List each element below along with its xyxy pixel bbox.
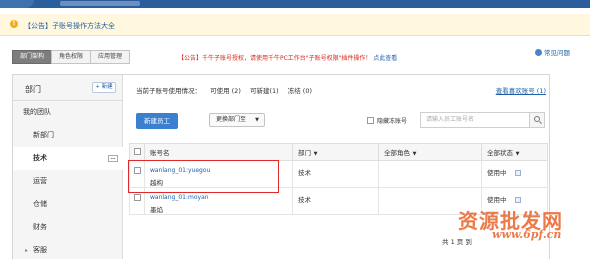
search-input[interactable]: 请输入员工账号名 xyxy=(420,112,530,128)
user-help-icon xyxy=(535,49,542,56)
sidebar-item-label: 客服 xyxy=(33,246,47,254)
tab-role-permission[interactable]: 角色权限 xyxy=(51,50,92,64)
chevron-down-icon: ▼ xyxy=(312,151,318,157)
sidebar-item-operations[interactable]: 运营 xyxy=(13,170,122,193)
help-link[interactable]: 常见问题 xyxy=(535,47,570,57)
sidebar-item-label: 新部门 xyxy=(33,131,54,139)
warning-icon: ! xyxy=(10,20,18,28)
chevron-down-icon: ▼ xyxy=(411,151,417,157)
status-cell: 使用中 xyxy=(487,169,507,177)
view-accounts-link[interactable]: 查看喜欢账号 (1) xyxy=(496,85,546,95)
table-row[interactable]: wanlang_01:yuegou 越构 技术 使用中 xyxy=(129,160,548,188)
usage-in-use: 可使用 (2) xyxy=(210,87,241,95)
watermark-url: www.6pf.cn xyxy=(492,228,562,241)
sidebar-item-customer-service[interactable]: ▸ 客服 xyxy=(13,239,122,259)
account-name-link[interactable]: wanlang_01:yuegou xyxy=(150,167,292,174)
sidebar-item-tech[interactable]: 技术 … xyxy=(13,147,123,170)
department-sidebar: 部门 + 新建 我的团队 新部门 技术 … 运营 仓储 财务 ▸ 客服 xyxy=(13,75,123,259)
select-all-checkbox[interactable] xyxy=(134,148,141,155)
sidebar-item-warehouse[interactable]: 仓储 xyxy=(13,193,122,216)
hide-frozen-toggle[interactable]: 隐藏冻账号 xyxy=(367,116,407,125)
announcement-link[interactable]: 点此查看 xyxy=(373,55,397,62)
header-status[interactable]: 全部状态 ▼ xyxy=(481,143,548,161)
notice-bar: ! 【公告】子账号操作方法大全 xyxy=(0,14,590,36)
header-role[interactable]: 全部角色 ▼ xyxy=(378,143,482,161)
move-department-dropdown[interactable]: 更换部门至 ▼ xyxy=(209,113,265,127)
sidebar-item-label: 运营 xyxy=(33,177,47,185)
role-cell xyxy=(378,160,482,188)
sidebar-title: 部门 xyxy=(25,85,41,94)
tab-app-management[interactable]: 应用管理 xyxy=(90,50,131,64)
new-department-button[interactable]: + 新建 xyxy=(92,82,116,93)
sidebar-item-label: 仓储 xyxy=(33,200,47,208)
chevron-down-icon: ▼ xyxy=(255,117,259,123)
tab-department[interactable]: 部门架构 xyxy=(12,50,53,64)
help-label: 常见问题 xyxy=(544,49,570,57)
table-header-row: 账号名 部门 ▼ 全部角色 ▼ 全部状态 ▼ xyxy=(129,143,548,161)
dept-cell: 技术 xyxy=(292,160,379,188)
row-checkbox[interactable] xyxy=(134,194,141,201)
usage-label: 当前子账号使用情况： xyxy=(136,87,201,95)
announcement: 【公告】千牛子账号授权，请使用千牛PC工作台"子账号权限"插件操作！ 点此查看 xyxy=(178,53,397,62)
sidebar-item-my-team[interactable]: 我的团队 xyxy=(13,101,122,124)
status-toggle-icon[interactable] xyxy=(514,170,521,176)
dept-cell: 技术 xyxy=(292,187,379,215)
announcement-text: 【公告】千牛子账号授权，请使用千牛PC工作台"子账号权限"插件操作！ xyxy=(178,55,372,62)
sidebar-item-new-dept[interactable]: 新部门 xyxy=(13,124,122,147)
sidebar-item-label: 我的团队 xyxy=(23,108,51,116)
employee-name: 越构 xyxy=(150,179,163,187)
new-employee-button[interactable]: 新建员工 xyxy=(136,113,178,129)
usage-creatable: 可新建(1) xyxy=(249,87,279,95)
move-department-label: 更换部门至 xyxy=(216,116,247,123)
sidebar-item-finance[interactable]: 财务 xyxy=(13,216,122,239)
expand-caret-icon[interactable]: ▸ xyxy=(25,239,28,259)
chevron-down-icon: ▼ xyxy=(514,151,520,157)
usage-frozen: 冻结 (0) xyxy=(287,87,313,95)
row-checkbox[interactable] xyxy=(134,167,141,174)
header-account: 账号名 xyxy=(144,143,293,161)
status-cell: 使用中 xyxy=(487,196,507,204)
sidebar-header: 部门 + 新建 xyxy=(13,75,122,101)
sidebar-item-label: 技术 xyxy=(33,154,47,162)
header-blurred-text xyxy=(60,1,140,6)
tab-bar: 部门架构 角色权限 应用管理 xyxy=(12,50,131,64)
pagination[interactable]: 共 1 页 到 xyxy=(442,236,472,246)
usage-info: 当前子账号使用情况： 可使用 (2) 可新建(1) 冻结 (0) xyxy=(136,85,319,95)
logo xyxy=(0,0,34,8)
header-dept[interactable]: 部门 ▼ xyxy=(292,143,379,161)
top-header-bar xyxy=(0,0,590,8)
more-options-icon[interactable]: … xyxy=(108,155,118,162)
sidebar-item-label: 财务 xyxy=(33,223,47,231)
notice-link[interactable]: 【公告】子账号操作方法大全 xyxy=(24,21,115,31)
account-name-link[interactable]: wanlang_01:moyan xyxy=(150,194,292,201)
status-toggle-icon[interactable] xyxy=(514,197,521,203)
hide-frozen-label: 隐藏冻账号 xyxy=(377,118,408,125)
employee-name: 墨焰 xyxy=(150,206,163,214)
hide-frozen-checkbox[interactable] xyxy=(367,117,374,124)
search-button[interactable] xyxy=(529,112,545,128)
